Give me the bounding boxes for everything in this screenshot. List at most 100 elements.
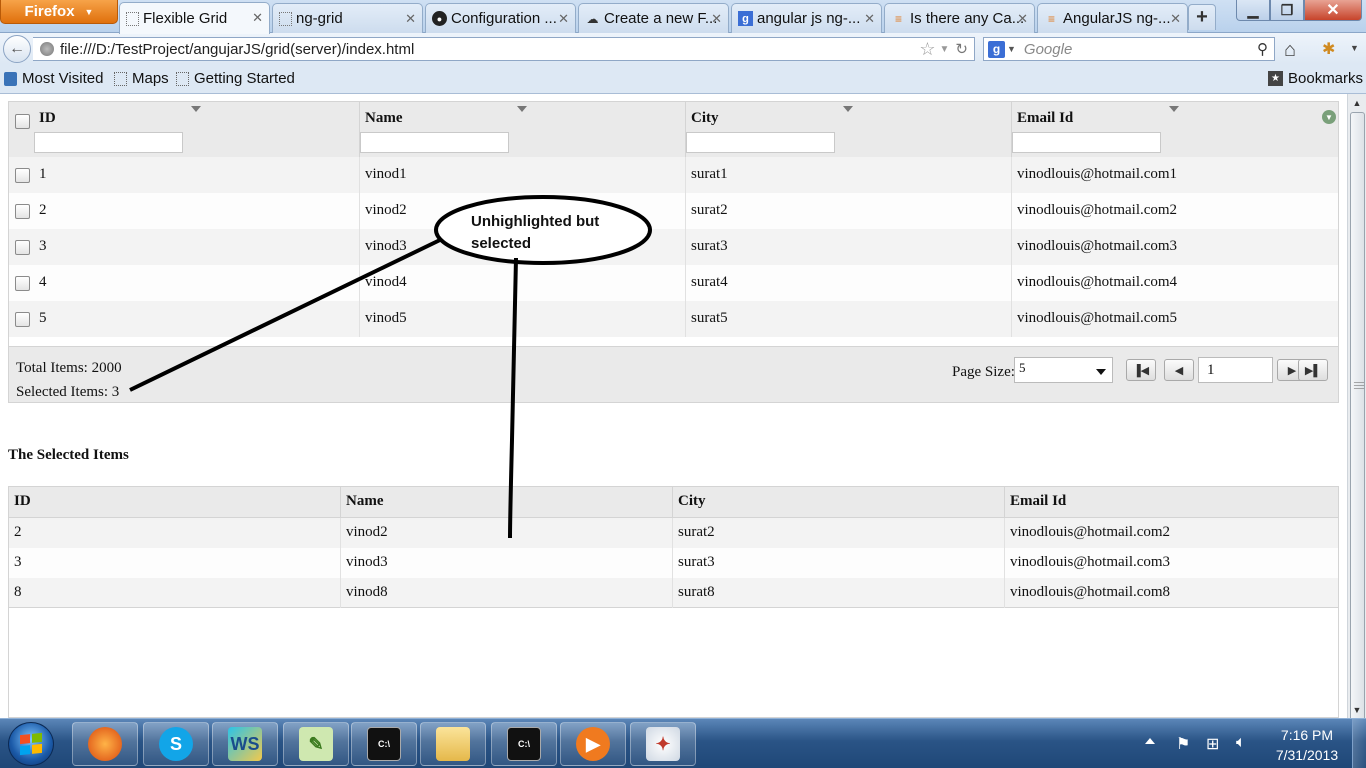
- chevron-down-icon[interactable]: ▼: [940, 44, 950, 55]
- grid-row[interactable]: 1 vinod1 surat1 vinodlouis@hotmail.com1: [9, 157, 1338, 193]
- column-header-email[interactable]: Email Id: [1012, 102, 1338, 163]
- taskbar-media-player[interactable]: ▶: [560, 722, 626, 766]
- cell-text: vinod5: [365, 310, 407, 326]
- chevron-down-icon[interactable]: ▼: [1007, 44, 1016, 54]
- network-icon[interactable]: ⊞: [1206, 734, 1219, 754]
- page-size-select[interactable]: 5: [1014, 357, 1113, 383]
- bookmark-most-visited[interactable]: Most Visited: [4, 70, 103, 87]
- tab-is-there-any[interactable]: ≡ Is there any Ca... ✕: [884, 3, 1035, 33]
- addon-icon[interactable]: ✱: [1322, 39, 1335, 59]
- column-header-id[interactable]: ID: [34, 102, 360, 163]
- bookmark-maps[interactable]: Maps: [114, 70, 169, 87]
- scroll-up-arrow-icon[interactable]: ▲: [1348, 94, 1366, 111]
- show-hidden-icons-icon[interactable]: [1145, 738, 1155, 744]
- column-menu-icon[interactable]: ▼: [1322, 110, 1336, 124]
- taskbar-explorer[interactable]: [420, 722, 486, 766]
- vertical-scrollbar[interactable]: ▲ ― ― ― ▼: [1347, 94, 1366, 722]
- volume-icon[interactable]: 🔈︎: [1236, 734, 1246, 752]
- tab-create-new[interactable]: ☁ Create a new F... ✕: [578, 3, 729, 33]
- tab-angularjs-ng[interactable]: ≡ AngularJS ng-... ✕: [1037, 3, 1188, 33]
- cell-name: vinod5: [360, 301, 686, 337]
- tab-flexible-grid[interactable]: Flexible Grid ✕: [119, 2, 270, 34]
- row-checkbox[interactable]: [15, 240, 30, 255]
- column-header-name[interactable]: Name: [360, 102, 686, 163]
- reload-icon[interactable]: ↻: [955, 40, 968, 58]
- cell-text: surat3: [678, 554, 715, 570]
- last-page-button[interactable]: ▶▌: [1298, 359, 1328, 381]
- globe-icon: [40, 42, 54, 56]
- search-bar[interactable]: g ▼ Google ⚲: [983, 37, 1275, 61]
- scrollbar-thumb[interactable]: ― ― ―: [1350, 112, 1365, 722]
- bookmark-star-icon[interactable]: ☆: [919, 39, 935, 60]
- close-icon[interactable]: ✕: [558, 11, 569, 27]
- previous-page-button[interactable]: ◀: [1164, 359, 1194, 381]
- clock-time[interactable]: 7:16 PM: [1272, 727, 1342, 743]
- flag-icon[interactable]: ⚑: [1176, 734, 1190, 754]
- filter-input-name[interactable]: [360, 132, 509, 153]
- grid-row[interactable]: 4 vinod4 surat4 vinodlouis@hotmail.com4: [9, 265, 1338, 301]
- taskbar-notepad-plus[interactable]: ✎: [283, 722, 349, 766]
- navigation-toolbar: ← file:///D:/TestProject/angujarJS/grid(…: [0, 33, 1366, 64]
- cell-text: 2: [14, 524, 22, 540]
- bookmark-getting-started[interactable]: Getting Started: [176, 70, 295, 87]
- close-icon[interactable]: ✕: [711, 11, 722, 27]
- chevron-down-icon[interactable]: ▼: [1350, 43, 1359, 53]
- taskbar-cmd[interactable]: C:\: [351, 722, 417, 766]
- bookmarks-menu-button[interactable]: ★ Bookmarks: [1268, 70, 1363, 87]
- tab-ng-grid[interactable]: ng-grid ✕: [272, 3, 423, 33]
- url-bar[interactable]: file:///D:/TestProject/angujarJS/grid(se…: [33, 37, 975, 61]
- selected-items-heading: The Selected Items: [8, 447, 129, 463]
- close-icon[interactable]: ✕: [252, 10, 263, 26]
- taskbar-skype[interactable]: S: [143, 722, 209, 766]
- sort-arrow-icon[interactable]: [517, 106, 527, 112]
- close-icon[interactable]: ✕: [864, 11, 875, 27]
- skype-icon: S: [159, 727, 193, 761]
- cell-text: 4: [39, 274, 47, 290]
- show-desktop-button[interactable]: [1352, 719, 1366, 768]
- row-checkbox[interactable]: [15, 204, 30, 219]
- close-icon[interactable]: ✕: [405, 11, 416, 27]
- url-text[interactable]: file:///D:/TestProject/angujarJS/grid(se…: [60, 41, 919, 58]
- first-page-button[interactable]: ▐◀: [1126, 359, 1156, 381]
- firefox-menu-button[interactable]: Firefox ▼: [0, 0, 118, 24]
- settings-icon: [4, 71, 17, 86]
- grid-row[interactable]: 5 vinod5 surat5 vinodlouis@hotmail.com5: [9, 301, 1338, 337]
- cell-id: 8: [13, 578, 341, 608]
- clock-date[interactable]: 7/31/2013: [1266, 747, 1348, 763]
- filter-input-email[interactable]: [1012, 132, 1161, 153]
- tab-configuration[interactable]: ● Configuration ... ✕: [425, 3, 576, 33]
- select-all-checkbox[interactable]: [15, 114, 30, 129]
- new-tab-button[interactable]: +: [1188, 4, 1216, 30]
- close-window-button[interactable]: ✕: [1304, 0, 1362, 21]
- row-checkbox[interactable]: [15, 276, 30, 291]
- close-icon[interactable]: ✕: [1017, 11, 1028, 27]
- sort-arrow-icon[interactable]: [843, 106, 853, 112]
- sort-arrow-icon[interactable]: [191, 106, 201, 112]
- minimize-button[interactable]: ▁: [1236, 0, 1270, 21]
- row-checkbox[interactable]: [15, 312, 30, 327]
- close-icon[interactable]: ✕: [1170, 11, 1181, 27]
- row-checkbox[interactable]: [15, 168, 30, 183]
- grid-row[interactable]: 3 vinod3 surat3 vinodlouis@hotmail.com3: [9, 229, 1338, 265]
- taskbar-webstorm[interactable]: WS: [212, 722, 278, 766]
- filter-input-id[interactable]: [34, 132, 183, 153]
- search-input[interactable]: Google: [1024, 41, 1257, 58]
- taskbar-firefox[interactable]: [72, 722, 138, 766]
- sort-arrow-icon[interactable]: [1169, 106, 1179, 112]
- taskbar-cmd[interactable]: C:\: [491, 722, 557, 766]
- back-button[interactable]: ←: [3, 35, 31, 63]
- taskbar-paint[interactable]: ✦: [630, 722, 696, 766]
- cell-id: 2: [34, 193, 360, 229]
- scroll-down-arrow-icon[interactable]: ▼: [1348, 701, 1366, 718]
- column-header-city[interactable]: City: [686, 102, 1012, 163]
- filter-input-city[interactable]: [686, 132, 835, 153]
- start-button[interactable]: [8, 722, 54, 766]
- grid-row[interactable]: 2 vinod2 surat2 vinodlouis@hotmail.com2: [9, 193, 1338, 229]
- google-icon[interactable]: g: [988, 40, 1005, 58]
- search-icon[interactable]: ⚲: [1257, 40, 1268, 58]
- page-number-input[interactable]: 1: [1198, 357, 1273, 383]
- cell-text: surat1: [691, 166, 728, 182]
- tab-angular-js-ng[interactable]: g angular js ng-... ✕: [731, 3, 882, 33]
- maximize-button[interactable]: ❐: [1270, 0, 1304, 21]
- home-icon[interactable]: ⌂: [1284, 39, 1296, 62]
